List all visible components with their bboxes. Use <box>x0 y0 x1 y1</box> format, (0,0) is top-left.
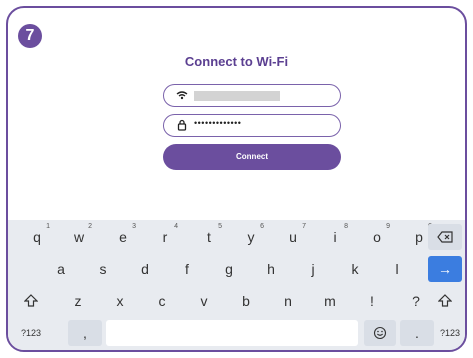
connect-button[interactable]: Connect <box>163 144 341 170</box>
key-y[interactable]: y6 <box>236 223 266 250</box>
step-badge: 7 <box>18 24 42 48</box>
space-key[interactable] <box>106 320 358 346</box>
key-x[interactable]: x <box>106 288 134 314</box>
key-c[interactable]: c <box>148 288 176 314</box>
key-label: i <box>333 229 337 245</box>
key-m[interactable]: m <box>316 288 344 314</box>
key-f[interactable]: f <box>172 256 202 282</box>
key-hint: 6 <box>260 223 264 230</box>
numbers-key[interactable]: ?123 <box>14 320 48 346</box>
key-i[interactable]: i8 <box>320 223 350 250</box>
shift-key-right[interactable] <box>428 288 462 314</box>
backspace-icon <box>437 231 453 243</box>
key-e[interactable]: e3 <box>108 223 138 250</box>
key-o[interactable]: o9 <box>362 223 392 250</box>
key-q[interactable]: q1 <box>22 223 52 250</box>
key-r[interactable]: r4 <box>150 223 180 250</box>
key-j[interactable]: j <box>298 256 328 282</box>
onscreen-keyboard: p0o9i8u7y6t5r4e3w2q1 lkjhgfdsa → <box>8 220 465 350</box>
wifi-icon <box>176 91 188 100</box>
period-key[interactable]: . <box>400 320 434 346</box>
key-hint: 3 <box>132 223 136 230</box>
key-u[interactable]: u7 <box>278 223 308 250</box>
key-hint: 2 <box>88 223 92 230</box>
key-label: q <box>33 229 41 245</box>
key-label: e <box>119 229 127 245</box>
key-a[interactable]: a <box>46 256 76 282</box>
key-b[interactable]: b <box>232 288 260 314</box>
key-hint: 1 <box>46 223 50 230</box>
key-label: r <box>162 229 168 245</box>
page-title: Connect to Wi-Fi <box>184 54 289 69</box>
key-h[interactable]: h <box>256 256 286 282</box>
comma-key[interactable]: , <box>68 320 102 346</box>
shift-key-left[interactable] <box>16 288 46 314</box>
keyboard-row-1: p0o9i8u7y6t5r4e3w2q1 <box>8 223 465 252</box>
key-hint: 9 <box>386 223 390 230</box>
key-hint: 5 <box>218 223 222 230</box>
key-hint: 8 <box>344 223 348 230</box>
key-label: y <box>247 229 255 245</box>
key-label: o <box>373 229 381 245</box>
key-hint: 4 <box>174 223 178 230</box>
key-v[interactable]: v <box>190 288 218 314</box>
key-k[interactable]: k <box>340 256 370 282</box>
emoji-key[interactable] <box>364 320 396 346</box>
key-hint: 7 <box>302 223 306 230</box>
keyboard-row-4: ?123 , . ?123 <box>8 320 465 348</box>
tablet-frame: 7 Connect to Wi-Fi ••••••••••••• Connect… <box>6 6 467 352</box>
password-field[interactable]: ••••••••••••• <box>163 114 341 137</box>
key-z[interactable]: z <box>64 288 92 314</box>
key-t[interactable]: t5 <box>194 223 224 250</box>
key-label: u <box>289 229 297 245</box>
key-d[interactable]: d <box>130 256 160 282</box>
keyboard-row-2: lkjhgfdsa → <box>8 256 465 284</box>
key-l[interactable]: l <box>382 256 412 282</box>
ssid-field[interactable] <box>163 84 341 107</box>
key-label: w <box>73 229 85 245</box>
backspace-key[interactable] <box>428 224 462 250</box>
shift-icon <box>23 294 39 307</box>
key-w[interactable]: w2 <box>64 223 94 250</box>
ssid-value <box>194 91 280 101</box>
shift-icon <box>437 294 453 307</box>
password-value: ••••••••••••• <box>194 118 242 128</box>
numbers-key-right[interactable]: ?123 <box>436 320 464 346</box>
key-n[interactable]: n <box>274 288 302 314</box>
emoji-icon <box>373 326 387 340</box>
enter-key[interactable]: → <box>428 256 462 282</box>
key-s[interactable]: s <box>88 256 118 282</box>
key-label: p <box>415 229 423 245</box>
key-label: t <box>207 229 211 245</box>
lock-icon <box>177 119 187 131</box>
key-g[interactable]: g <box>214 256 244 282</box>
key-exclamation[interactable]: ! <box>358 288 386 314</box>
key-question[interactable]: ? <box>402 288 430 314</box>
keyboard-row-3: z x c v b n m!? <box>8 288 465 316</box>
